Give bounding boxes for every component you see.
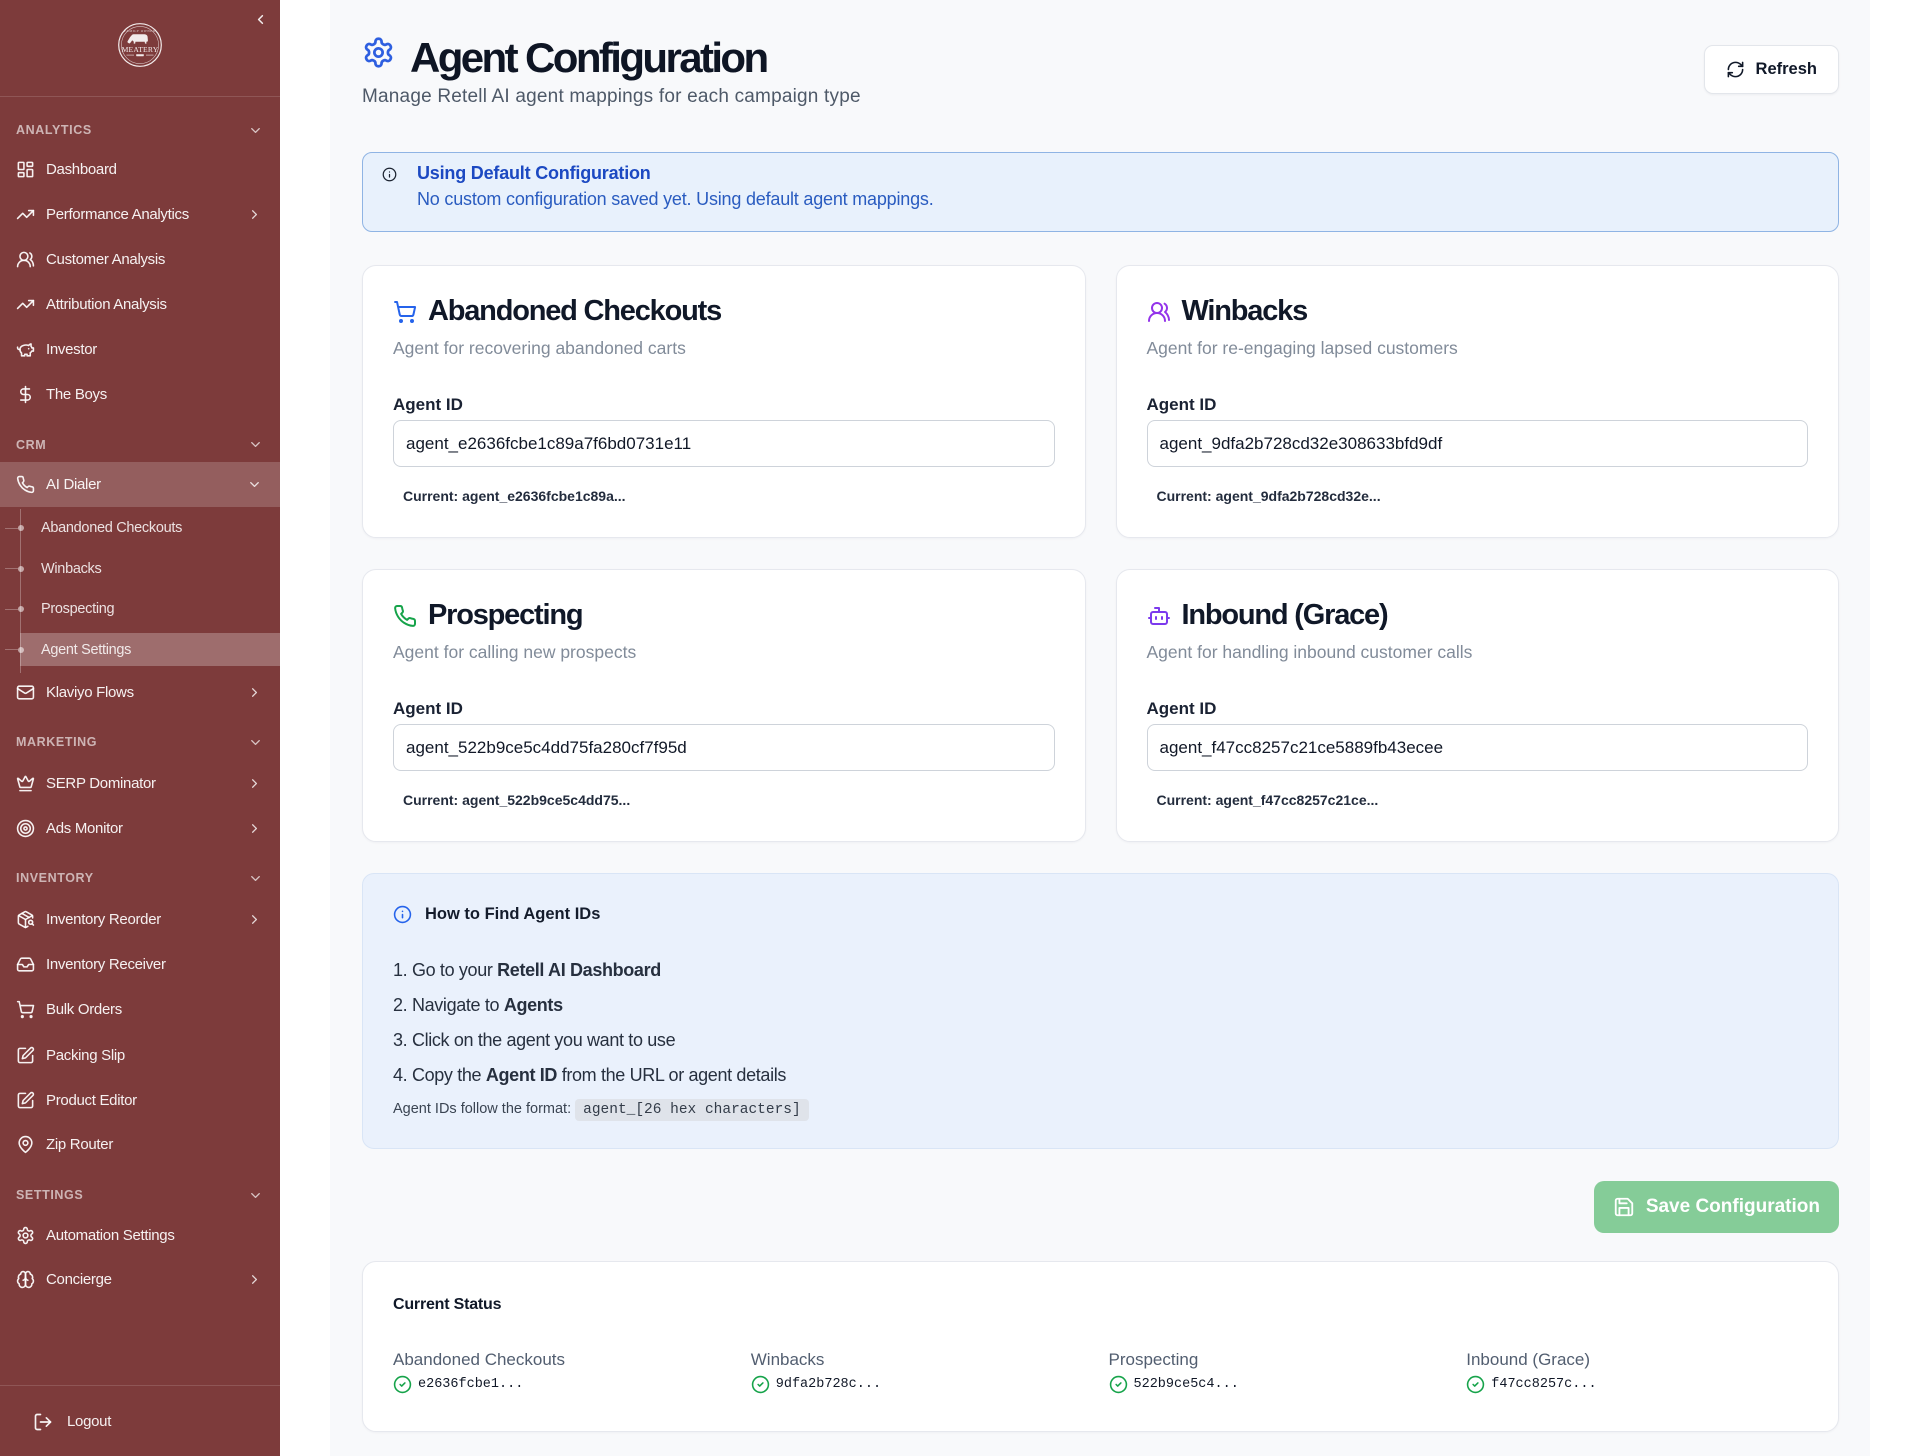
svg-text:MEATERY: MEATERY — [122, 45, 159, 54]
svg-text:FAMILY OWNED: FAMILY OWNED — [124, 29, 155, 33]
